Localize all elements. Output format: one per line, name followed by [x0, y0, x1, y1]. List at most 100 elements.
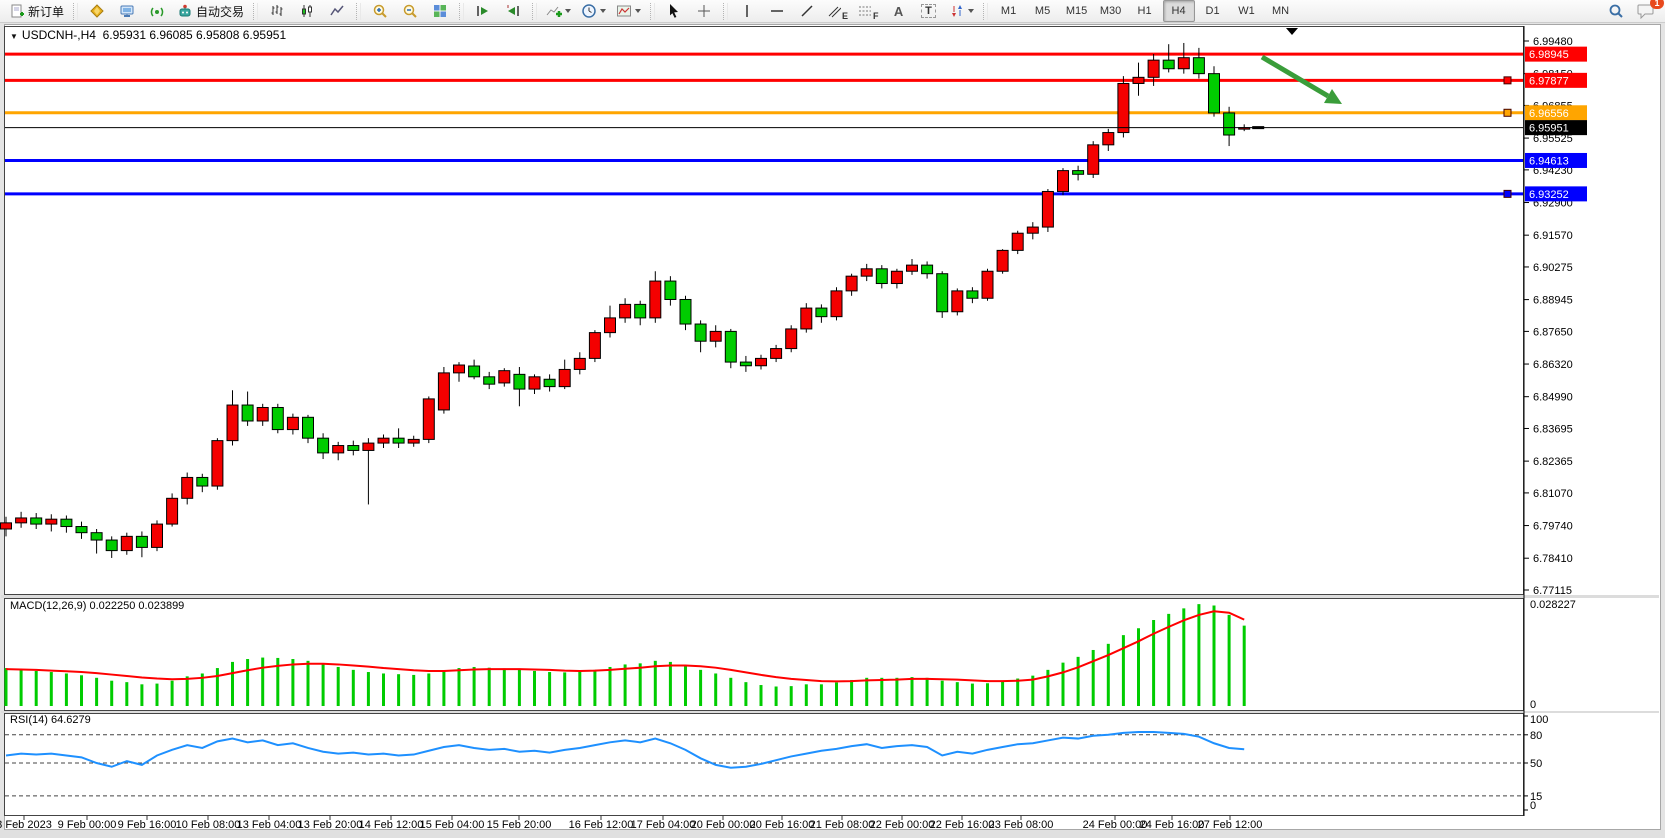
channel-icon — [827, 3, 841, 19]
chart-shift-button[interactable] — [499, 0, 527, 22]
toolbar-separator — [723, 3, 728, 20]
dropdown-caret-icon — [968, 9, 974, 13]
candlestick — [710, 331, 721, 341]
candlestick — [61, 519, 72, 526]
collapse-icon[interactable]: ▼ — [10, 32, 18, 41]
candlestick — [665, 281, 676, 299]
autotrading-icon — [177, 3, 193, 19]
toolbar-separator — [356, 3, 361, 20]
candlestick-chart-button[interactable] — [293, 0, 321, 22]
candlestick — [1193, 58, 1204, 74]
candlestick — [1027, 227, 1038, 233]
label-tool-icon: T — [921, 4, 936, 18]
rsi-level-label: 100 — [1530, 714, 1548, 726]
dropdown-caret-icon — [600, 9, 606, 13]
chart-shift-icon — [505, 3, 521, 19]
line-chart-button[interactable] — [323, 0, 351, 22]
candlestick — [378, 438, 389, 443]
indicators-button[interactable] — [542, 0, 575, 22]
text-tool-button[interactable]: A — [885, 0, 913, 22]
candlestick — [16, 518, 27, 523]
candlestick — [272, 407, 283, 429]
candlestick — [1, 523, 12, 529]
candlestick — [484, 377, 495, 384]
candlestick — [242, 405, 253, 421]
timeframe-m5-button[interactable]: M5 — [1027, 0, 1059, 22]
shapes-tool-button[interactable] — [945, 0, 978, 22]
price-tick-label: 6.84990 — [1533, 392, 1573, 404]
notifications-button[interactable]: 1 — [1632, 0, 1660, 22]
timeframe-w1-button[interactable]: W1 — [1231, 0, 1263, 22]
toolbar-separator — [650, 3, 655, 20]
crosshair-button[interactable] — [690, 0, 718, 22]
fibonacci-tool-button[interactable]: F — [854, 0, 883, 22]
candlestick — [197, 477, 208, 486]
candlestick — [997, 250, 1008, 271]
timeframe-mn-button[interactable]: MN — [1265, 0, 1297, 22]
rsi-name: RSI(14) — [10, 714, 48, 726]
chart-shift-marker[interactable] — [1286, 28, 1298, 35]
channel-letter: E — [842, 11, 848, 21]
timeframe-d1-button[interactable]: D1 — [1197, 0, 1229, 22]
zoom-out-button[interactable] — [396, 0, 424, 22]
candlestick — [212, 441, 223, 486]
timeframe-h1-button[interactable]: H1 — [1129, 0, 1161, 22]
trend-arrow-annotation[interactable] — [1262, 57, 1328, 96]
candlestick-chart-icon — [299, 3, 315, 19]
candlestick — [499, 371, 510, 383]
candlestick — [725, 331, 736, 362]
candlestick — [287, 417, 298, 429]
candlestick — [76, 527, 87, 533]
periods-button[interactable] — [577, 0, 610, 22]
trendline-tool-button[interactable] — [793, 0, 821, 22]
candlestick — [257, 407, 268, 421]
timeframe-m30-button[interactable]: M30 — [1095, 0, 1127, 22]
chart-symbol-period: USDCNH-,H4 — [22, 28, 96, 42]
candlestick — [605, 318, 616, 333]
line-handle[interactable] — [1504, 109, 1511, 116]
timeframe-h4-button[interactable]: H4 — [1163, 0, 1195, 22]
candlestick — [182, 477, 193, 498]
autotrading-label: 自动交易 — [196, 3, 244, 20]
text-tool-icon: A — [894, 4, 903, 19]
candlestick — [1103, 133, 1114, 145]
candlestick — [846, 276, 857, 291]
new-order-button[interactable]: 新订单 — [5, 0, 68, 22]
candlestick — [514, 374, 525, 389]
candlestick — [1073, 171, 1084, 175]
vps-button[interactable] — [113, 0, 141, 22]
auto-scroll-button[interactable] — [469, 0, 497, 22]
candlestick — [620, 304, 631, 318]
line-handle[interactable] — [1504, 190, 1511, 197]
tile-windows-button[interactable] — [426, 0, 454, 22]
label-tool-button[interactable]: T — [915, 0, 943, 22]
cursor-button[interactable] — [660, 0, 688, 22]
line-chart-icon — [329, 3, 345, 19]
macd-axis-max-label: 0.028227 — [1530, 599, 1576, 611]
line-handle[interactable] — [1504, 77, 1511, 84]
zoom-out-icon — [402, 3, 418, 19]
candlestick — [922, 265, 933, 274]
horizontal-scrollbar[interactable] — [0, 830, 1665, 838]
bar-chart-button[interactable] — [263, 0, 291, 22]
channel-tool-button[interactable]: E — [823, 0, 852, 22]
zoom-in-button[interactable] — [366, 0, 394, 22]
candlestick — [907, 265, 918, 271]
search-button[interactable] — [1602, 0, 1630, 22]
autotrading-button[interactable]: 自动交易 — [173, 0, 248, 22]
timeframe-m1-button[interactable]: M1 — [993, 0, 1025, 22]
candlestick — [680, 299, 691, 324]
candlestick — [152, 524, 163, 547]
templates-button[interactable] — [612, 0, 645, 22]
candlestick — [167, 498, 178, 524]
timeframe-m15-button[interactable]: M15 — [1061, 0, 1093, 22]
bar-chart-icon — [269, 3, 285, 19]
signals-button[interactable] — [143, 0, 171, 22]
chart-canvas[interactable]: 6.994806.981506.968556.955256.942306.929… — [0, 0, 1665, 838]
price-badge-label: 6.95951 — [1529, 123, 1569, 135]
candlestick — [574, 358, 585, 369]
candlestick — [454, 365, 465, 373]
horizontal-line-tool-button[interactable] — [763, 0, 791, 22]
vertical-line-tool-button[interactable] — [733, 0, 761, 22]
market-button[interactable] — [83, 0, 111, 22]
